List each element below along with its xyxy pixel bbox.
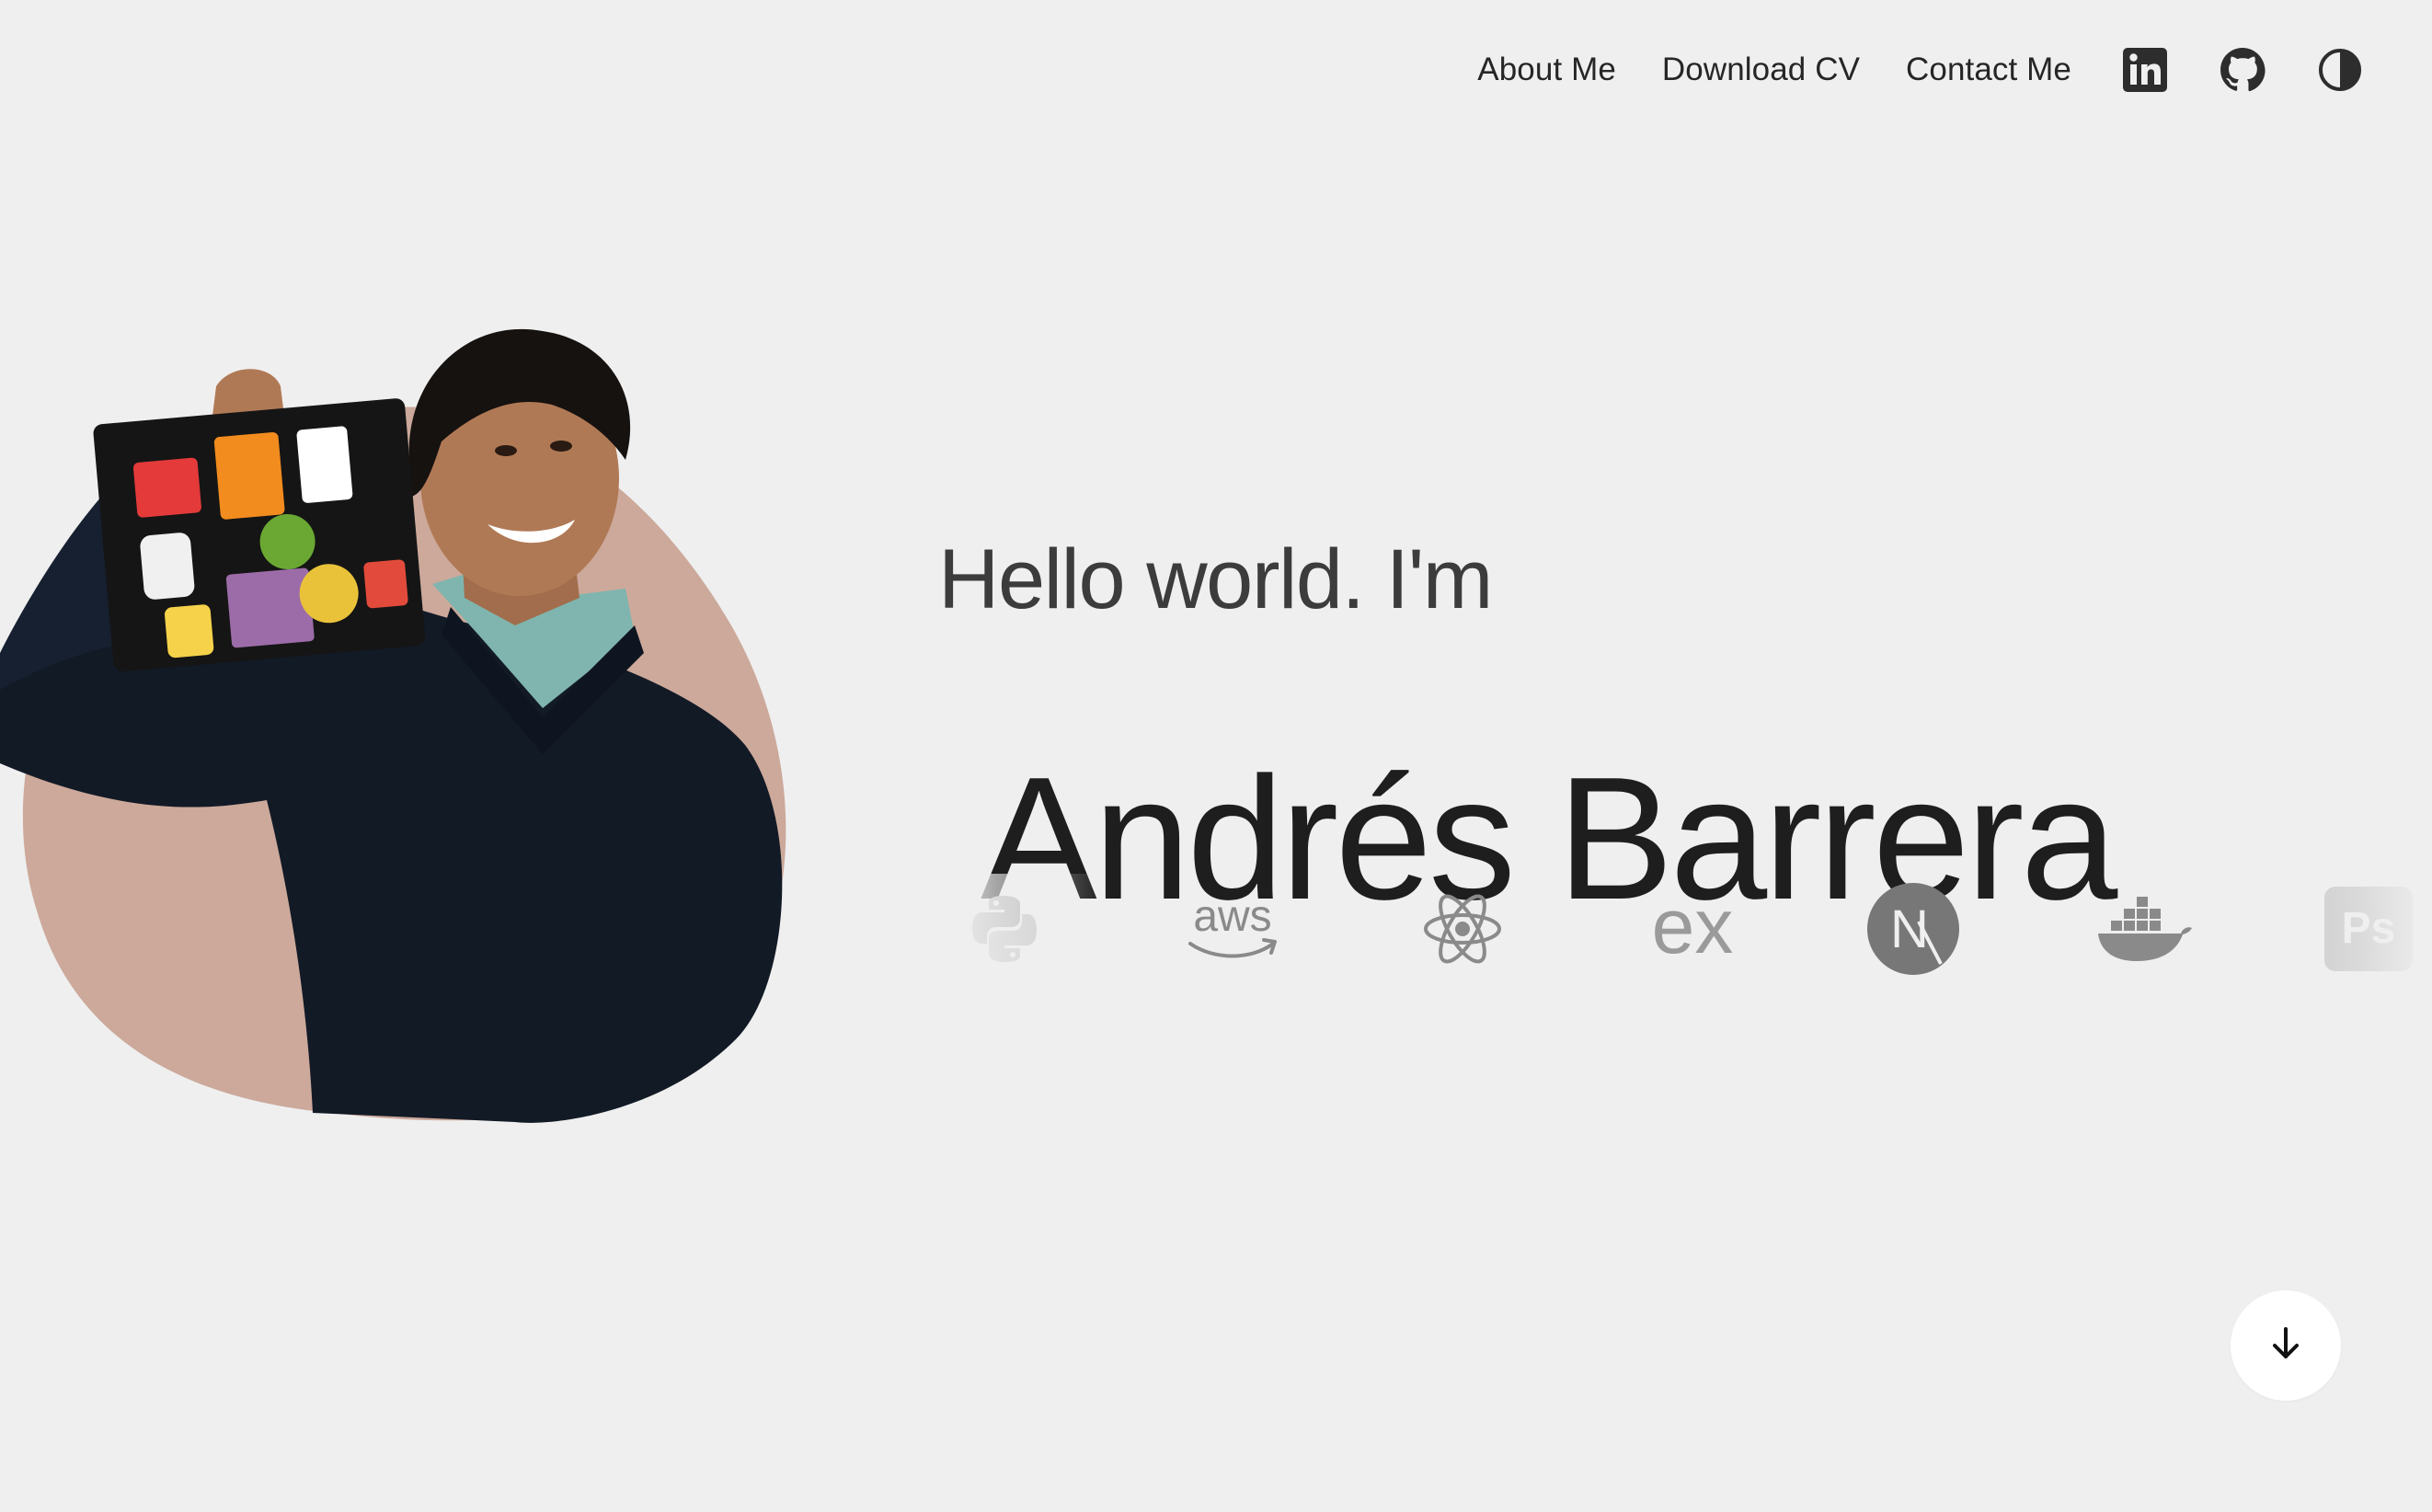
theme-toggle-icon[interactable]	[2314, 44, 2366, 96]
nav-about-me[interactable]: About Me	[1477, 52, 1616, 88]
github-icon[interactable]	[2217, 44, 2268, 96]
react-icon	[1407, 874, 1518, 984]
hero-greeting: Hello world. I'm	[938, 533, 1493, 626]
photoshop-label: Ps	[2342, 904, 2396, 953]
nav-contact-me[interactable]: Contact Me	[1906, 52, 2071, 88]
docker-icon	[2088, 874, 2198, 984]
top-nav: About Me Download CV Contact Me	[1431, 37, 2366, 103]
profile-photo	[0, 322, 809, 1131]
express-icon: ex	[1637, 874, 1748, 984]
aws-icon: aws	[1177, 874, 1288, 984]
nav-download-cv[interactable]: Download CV	[1662, 52, 1860, 88]
python-icon	[949, 874, 1060, 984]
aws-label: aws	[1193, 892, 1271, 941]
photoshop-icon: Ps	[2313, 874, 2424, 984]
scroll-down-button[interactable]	[2231, 1290, 2341, 1401]
linkedin-icon[interactable]	[2119, 44, 2171, 96]
express-label: ex	[1652, 883, 1734, 969]
arrow-down-icon	[2266, 1323, 2306, 1369]
portfolio-page: About Me Download CV Contact Me Hello wo…	[0, 0, 2432, 1512]
tech-stack-carousel: aws ex N Ps	[938, 874, 2432, 984]
nextjs-icon: N	[1858, 874, 1968, 984]
